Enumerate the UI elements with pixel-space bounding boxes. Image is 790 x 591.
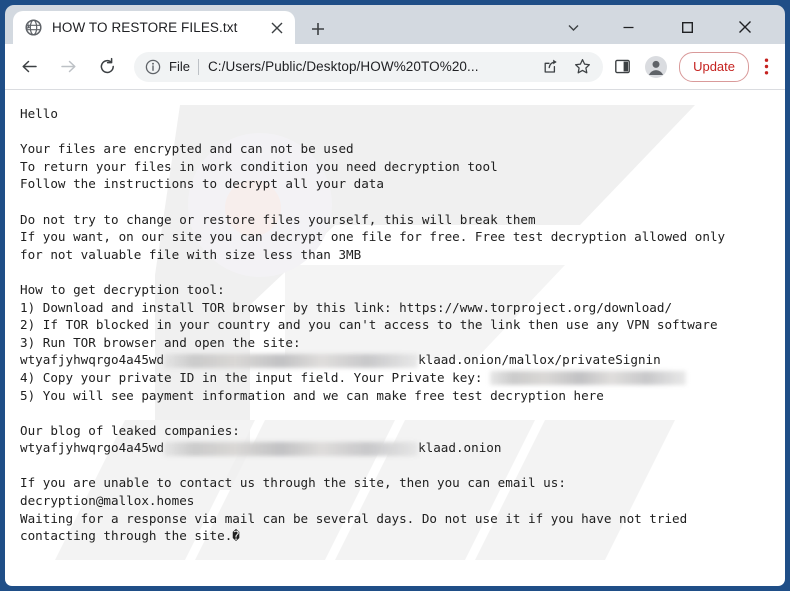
browser-toolbar: File C:/Users/Public/Desktop/HOW%20TO%20… [5, 44, 785, 90]
forward-button[interactable] [53, 52, 83, 82]
note-line: Your files are encrypted and can not be … [20, 141, 354, 157]
note-line: decryption@mallox.homes [20, 493, 195, 509]
back-button[interactable] [14, 52, 44, 82]
note-line-suffix: klaad.onion [418, 440, 502, 456]
note-line [20, 123, 785, 141]
redacted-text [164, 353, 419, 368]
note-line: Hello [20, 106, 58, 121]
browser-window: HOW TO RESTORE FILES.txt File C:/Users/P… [0, 0, 790, 591]
browser-tab[interactable]: HOW TO RESTORE FILES.txt [13, 11, 295, 44]
note-line [20, 193, 785, 211]
note-line: 5) You will see payment information and … [20, 387, 604, 403]
tab-search-chevron-down-icon[interactable] [551, 10, 595, 44]
note-line-prefix: 4) Copy your private ID in the input fie… [20, 369, 491, 385]
note-line: Our blog of leaked companies: [20, 422, 240, 438]
note-line: Waiting for a response via mail can be s… [20, 510, 688, 526]
globe-icon [25, 19, 42, 36]
address-bar[interactable]: File C:/Users/Public/Desktop/HOW%20TO%20… [134, 51, 604, 82]
side-panel-icon[interactable] [607, 52, 637, 82]
note-line: Follow the instructions to decrypt all y… [20, 176, 384, 192]
url-text[interactable]: C:/Users/Public/Desktop/HOW%20TO%20... [208, 59, 537, 74]
note-line: 1) Download and install TOR browser by t… [20, 299, 673, 315]
url-scheme-label: File [169, 59, 190, 74]
note-line [20, 404, 785, 422]
note-line: 2) If TOR blocked in your country and yo… [20, 317, 718, 333]
update-button-label: Update [693, 59, 735, 74]
note-line: wtyafjyhwqrgo4a45wd klaad.onion/mallox/pr… [20, 351, 785, 369]
note-line: wtyafjyhwqrgo4a45wd klaad.onion [20, 439, 785, 457]
page-content: Hello Your files are encrypted and can n… [5, 90, 785, 586]
note-line: contacting through the site.� [20, 528, 240, 544]
note-line: for not valuable file with size less tha… [20, 246, 362, 262]
note-line [20, 263, 785, 281]
new-tab-button[interactable] [305, 16, 331, 42]
profile-avatar-icon[interactable] [641, 52, 671, 82]
tab-title: HOW TO RESTORE FILES.txt [52, 20, 238, 35]
redacted-text [164, 441, 419, 456]
note-line-suffix: klaad.onion/mallox/privateSignin [418, 352, 661, 368]
reload-button[interactable] [92, 52, 122, 82]
omnibox-divider [197, 58, 199, 75]
maximize-button[interactable] [665, 10, 709, 44]
three-dot-menu-icon[interactable] [753, 52, 779, 82]
note-line: If you are unable to contact us through … [20, 475, 566, 491]
note-line-prefix: wtyafjyhwqrgo4a45wd [20, 352, 165, 368]
note-line: 3) Run TOR browser and open the site: [20, 334, 301, 350]
close-tab-icon[interactable] [264, 15, 290, 41]
note-line: How to get decryption tool: [20, 281, 225, 297]
update-button[interactable]: Update [679, 51, 749, 82]
tab-strip: HOW TO RESTORE FILES.txt [5, 5, 785, 44]
note-line: To return your files in work condition y… [20, 158, 498, 174]
minimize-button[interactable] [606, 10, 650, 44]
note-line-prefix: wtyafjyhwqrgo4a45wd [20, 440, 165, 456]
note-line: 4) Copy your private ID in the input fie… [20, 369, 785, 387]
ransom-note-text: Hello Your files are encrypted and can n… [5, 90, 785, 545]
note-line: If you want, on our site you can decrypt… [20, 229, 726, 245]
note-line [20, 457, 785, 475]
info-circle-icon[interactable] [145, 59, 161, 75]
bookmark-star-icon[interactable] [569, 54, 595, 80]
note-line: Do not try to change or restore files yo… [20, 211, 536, 227]
close-window-button[interactable] [723, 10, 767, 44]
redacted-text [490, 371, 687, 386]
share-icon[interactable] [537, 54, 563, 80]
